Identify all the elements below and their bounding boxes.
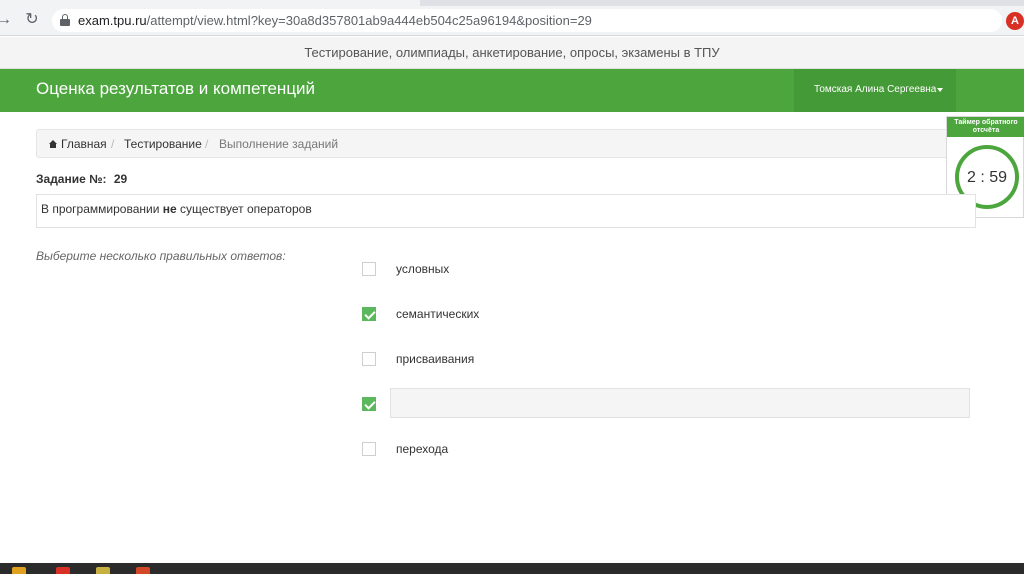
answer-option-label: присваивания xyxy=(396,352,475,366)
url-path: /attempt/view.html?key=30a8d357801ab9a44… xyxy=(146,13,592,28)
timer-value: 2 : 59 xyxy=(966,169,1008,186)
breadcrumb-separator: / xyxy=(111,137,115,151)
profile-avatar[interactable]: A xyxy=(1006,12,1024,30)
answer-option[interactable]: присваивания xyxy=(356,345,970,375)
site-tagline: Тестирование, олимпиады, анкетирование, … xyxy=(304,45,720,60)
answer-option-label: семантических xyxy=(396,307,480,321)
app-header: Оценка результатов и компетенций Томская… xyxy=(0,69,1024,112)
caret-down-icon xyxy=(937,88,943,92)
site-top-strip: Тестирование, олимпиады, анкетирование, … xyxy=(0,37,1024,69)
breadcrumb: Главная / Тестирование / Выполнение зада… xyxy=(36,129,976,158)
question-text-after: существует операторов xyxy=(180,202,312,216)
question-label: Задание №: xyxy=(36,172,107,186)
breadcrumb-testing[interactable]: Тестирование xyxy=(124,137,202,151)
breadcrumb-separator: / xyxy=(205,137,209,151)
user-name: Томская Алина Сергеевна xyxy=(814,84,937,95)
answer-checkbox[interactable] xyxy=(362,262,376,276)
answer-checkbox[interactable] xyxy=(362,442,376,456)
url-text: exam.tpu.ru/attempt/view.html?key=30a8d3… xyxy=(78,13,592,28)
answer-option-label: порядка xyxy=(396,397,442,411)
answer-checkbox[interactable] xyxy=(362,307,376,321)
question-text-bold: не xyxy=(162,202,177,216)
answer-option[interactable]: порядка xyxy=(356,390,970,420)
home-icon xyxy=(49,140,57,148)
app-title[interactable]: Оценка результатов и компетенций xyxy=(36,79,315,99)
address-bar[interactable]: exam.tpu.ru/attempt/view.html?key=30a8d3… xyxy=(52,9,1002,32)
browser-toolbar: → ↻ exam.tpu.ru/attempt/view.html?key=30… xyxy=(0,6,1024,36)
chrome-icon[interactable] xyxy=(56,567,70,574)
question-number: 29 xyxy=(113,172,128,186)
breadcrumb-home[interactable]: Главная xyxy=(61,137,107,151)
question-number-label: Задание №: 29 xyxy=(36,172,127,186)
powerpoint-icon[interactable] xyxy=(136,567,150,574)
folder-icon[interactable] xyxy=(12,567,26,574)
question-box: В программировании не существует операто… xyxy=(36,194,976,228)
answer-option-label: перехода xyxy=(396,442,449,456)
answer-instruction: Выберите несколько правильных ответов: xyxy=(36,249,286,263)
question-text: В программировании не существует операто… xyxy=(41,202,312,216)
user-menu[interactable]: Томская Алина Сергеевна xyxy=(794,69,956,112)
answer-checkbox[interactable] xyxy=(362,397,376,411)
answer-option[interactable]: условных xyxy=(356,255,970,285)
app-icon[interactable] xyxy=(96,567,110,574)
os-taskbar xyxy=(0,563,1024,574)
answer-option[interactable]: семантических xyxy=(356,300,970,330)
answer-checkbox[interactable] xyxy=(362,352,376,366)
answer-option-label: условных xyxy=(396,262,450,276)
breadcrumb-current: Выполнение заданий xyxy=(219,137,339,151)
url-host: exam.tpu.ru xyxy=(78,13,147,28)
forward-arrow-icon[interactable]: → xyxy=(0,10,14,30)
answer-option[interactable]: перехода xyxy=(356,435,970,465)
lock-icon xyxy=(60,14,70,26)
timer-title: Таймер обратного отсчёта xyxy=(947,117,1024,137)
reload-icon[interactable]: ↻ xyxy=(22,10,42,30)
question-text-before: В программировании xyxy=(41,202,160,216)
